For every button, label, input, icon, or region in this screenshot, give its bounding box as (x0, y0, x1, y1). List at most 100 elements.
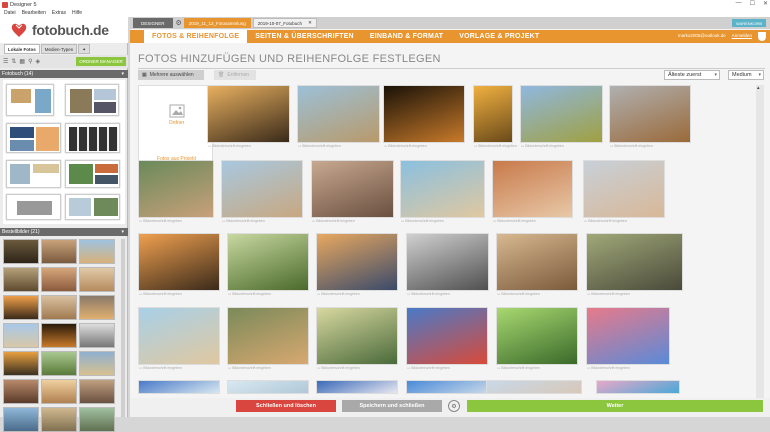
tag-icon[interactable]: ◈ (36, 58, 41, 65)
add-photos-tile[interactable]: Ordner Fotos aus Projekt (138, 85, 213, 166)
login-link[interactable]: Anmelden (732, 33, 752, 38)
caption-input[interactable]: ▭ Bildunterschrift eingeben (208, 144, 251, 148)
thumb[interactable] (79, 379, 115, 404)
bestellbilder-header[interactable]: Bestellbilder (21) ▾ (0, 228, 128, 236)
menu-extras[interactable]: Extras (52, 10, 66, 16)
page-thumb[interactable] (65, 123, 120, 153)
caption-input[interactable]: ▭ Bildunterschrift eingeben (474, 144, 517, 148)
photo-thumbnail[interactable] (609, 85, 691, 143)
caption-input[interactable]: ▭ Bildunterschrift eingeben (312, 219, 355, 223)
caption-input[interactable]: ▭ Bildunterschrift eingeben (584, 219, 627, 223)
photo-thumbnail[interactable] (316, 380, 398, 394)
tab-fotobuch[interactable]: 2019-10-07_Fotobuch ✕ (252, 18, 317, 28)
thumb[interactable] (3, 239, 39, 264)
thumb[interactable] (3, 407, 39, 432)
gear-icon[interactable]: ⚙ (176, 19, 182, 27)
thumb[interactable] (79, 295, 115, 320)
thumb[interactable] (3, 323, 39, 348)
photo-thumbnail[interactable] (406, 380, 488, 394)
scroll-up-icon[interactable]: ▴ (757, 85, 760, 91)
left-scrollbar[interactable] (121, 239, 125, 417)
thumb[interactable] (79, 323, 115, 348)
photo-thumbnail[interactable] (400, 160, 485, 218)
page-thumb[interactable] (6, 84, 54, 116)
caption-input[interactable]: ▭ Bildunterschrift eingeben (139, 292, 182, 296)
photo-thumbnail[interactable] (492, 160, 573, 218)
photo-thumbnail[interactable] (583, 160, 665, 218)
maximize-button[interactable]: ☐ (750, 0, 755, 7)
thumb[interactable] (41, 323, 77, 348)
caption-input[interactable]: ▭ Bildunterschrift eingeben (298, 144, 341, 148)
page-thumb[interactable] (6, 194, 61, 220)
photo-thumbnail[interactable] (311, 160, 394, 218)
photo-thumbnail[interactable] (138, 160, 214, 218)
select-multiple-button[interactable]: ▦ Mehrere auswählen (138, 70, 204, 80)
remove-button[interactable]: 🗑 Entfernen (214, 70, 256, 80)
thumb[interactable] (3, 351, 39, 376)
page-thumb[interactable] (6, 160, 61, 188)
tab-fotosammlung[interactable]: 2019_11_12_Fotosammlung (183, 18, 251, 28)
thumb[interactable] (79, 407, 115, 432)
photo-thumbnail[interactable] (227, 307, 309, 365)
caption-input[interactable]: ▭ Bildunterschrift eingeben (497, 292, 540, 296)
page-thumb[interactable] (65, 160, 120, 188)
caption-input[interactable]: ▭ Bildunterschrift eingeben (317, 292, 360, 296)
settings-icon[interactable]: ⚙ (448, 400, 460, 412)
photo-thumbnail[interactable] (586, 233, 683, 291)
list-view-icon[interactable]: ☰ (3, 58, 8, 65)
photo-thumbnail[interactable] (316, 233, 398, 291)
tab-lokale-fotos[interactable]: Lokale Fotos (4, 44, 40, 54)
grid-view-icon[interactable]: ▦ (19, 58, 25, 65)
thumb[interactable] (79, 239, 115, 264)
save-close-button[interactable]: Speichern und schließen (342, 400, 442, 412)
sort-select[interactable]: Älteste zuerst ▾ (664, 70, 720, 80)
caption-input[interactable]: ▭ Bildunterschrift eingeben (228, 366, 271, 370)
menu-bearbeiten[interactable]: Bearbeiten (22, 10, 46, 16)
step-fotos[interactable]: FOTOS & REIHENFOLGE (144, 30, 248, 43)
caption-input[interactable]: ▭ Bildunterschrift eingeben (587, 366, 630, 370)
photo-thumbnail[interactable] (138, 233, 220, 291)
tab-medien-typen[interactable]: Medien-Typen (40, 44, 78, 54)
photo-thumbnail[interactable] (138, 307, 220, 365)
thumb[interactable] (41, 295, 77, 320)
photo-thumbnail[interactable] (138, 380, 220, 394)
menu-datei[interactable]: Datei (4, 10, 16, 16)
main-scrollbar[interactable]: ▴ ▾ (756, 85, 764, 410)
step-einband[interactable]: EINBAND & FORMAT (362, 30, 451, 43)
thumb[interactable] (3, 295, 39, 320)
photo-thumbnail[interactable] (227, 233, 309, 291)
caption-input[interactable]: ▭ Bildunterschrift eingeben (222, 219, 265, 223)
caption-input[interactable]: ▭ Bildunterschrift eingeben (587, 292, 630, 296)
photo-thumbnail[interactable] (221, 160, 303, 218)
photo-thumbnail[interactable] (207, 85, 290, 143)
size-select[interactable]: Medium ▾ (728, 70, 764, 80)
thumb[interactable] (41, 407, 77, 432)
caption-input[interactable]: ▭ Bildunterschrift eingeben (384, 144, 427, 148)
puzzle-icon[interactable]: ✦ (78, 44, 91, 54)
photo-thumbnail[interactable] (316, 307, 398, 365)
thumb[interactable] (41, 239, 77, 264)
photo-thumbnail[interactable] (496, 307, 578, 365)
caption-input[interactable]: ▭ Bildunterschrift eingeben (139, 219, 182, 223)
collapse-icon[interactable]: ▾ (121, 229, 124, 235)
thumb[interactable] (3, 379, 39, 404)
thumb[interactable] (41, 351, 77, 376)
page-thumb[interactable] (65, 84, 119, 116)
photo-thumbnail[interactable] (383, 85, 465, 143)
photo-thumbnail[interactable] (486, 380, 582, 394)
caption-input[interactable]: ▭ Bildunterschrift eingeben (521, 144, 564, 148)
page-thumb[interactable] (65, 194, 120, 220)
next-button[interactable]: Weiter (467, 400, 763, 412)
close-tab-icon[interactable]: ✕ (308, 20, 312, 26)
page-thumb[interactable] (6, 123, 61, 153)
minimize-button[interactable]: — (736, 0, 742, 7)
photo-thumbnail[interactable] (227, 380, 309, 394)
shield-icon[interactable] (758, 32, 766, 41)
ordner-manager-button[interactable]: ORDNER MANAGER (76, 57, 126, 66)
caption-input[interactable]: ▭ Bildunterschrift eingeben (139, 366, 182, 370)
photo-thumbnail[interactable] (473, 85, 513, 143)
photo-thumbnail[interactable] (496, 233, 578, 291)
close-delete-button[interactable]: Schließen und löschen (236, 400, 336, 412)
caption-input[interactable]: ▭ Bildunterschrift eingeben (407, 366, 450, 370)
collapse-icon[interactable]: ▾ (121, 71, 124, 77)
